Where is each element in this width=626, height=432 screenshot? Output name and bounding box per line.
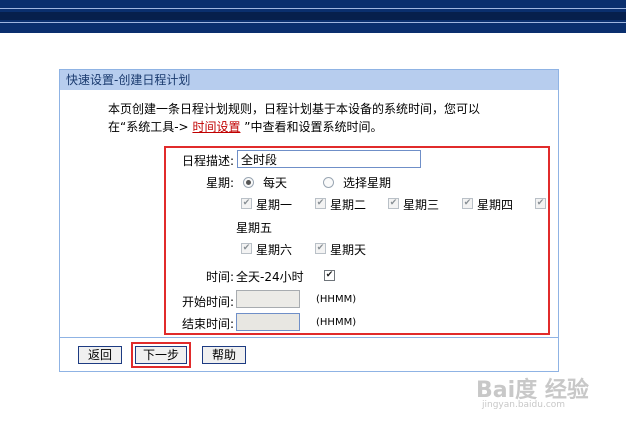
- friday-label: 星期五: [236, 221, 273, 235]
- desc-input[interactable]: [237, 150, 421, 168]
- wednesday-checkbox[interactable]: ✔: [388, 198, 399, 209]
- all-day-checkbox[interactable]: ✔: [324, 270, 335, 281]
- baidu-watermark: Bai度 经验 jingyan.baidu.com: [476, 372, 616, 416]
- schedule-form-highlight: 日程描述: 星期: 每天 选择星期 ✔ 星期一 ✔ 星期二 ✔ 星期三 ✔ 星期…: [164, 146, 550, 335]
- intro-line-2-pre: 在“系统工具->: [108, 120, 189, 134]
- intro-line-2-post: ”中查看和设置系统时间。: [244, 120, 383, 134]
- end-time-input[interactable]: [236, 313, 300, 331]
- banner-band: [0, 12, 626, 20]
- watermark-url: jingyan.baidu.com: [482, 400, 566, 410]
- select-week-label: 选择星期: [343, 176, 392, 190]
- desc-label: 日程描述:: [181, 154, 234, 168]
- everyday-radio[interactable]: [243, 177, 254, 188]
- saturday-checkbox[interactable]: ✔: [241, 243, 252, 254]
- banner-stripe: [0, 22, 626, 23]
- thursday-checkbox[interactable]: ✔: [462, 198, 473, 209]
- time-label: 时间:: [205, 270, 234, 284]
- end-time-label: 结束时间:: [181, 317, 234, 331]
- start-time-label: 开始时间:: [181, 295, 234, 309]
- week-label: 星期:: [205, 176, 234, 190]
- sunday-label: 星期天: [330, 243, 367, 257]
- everyday-label: 每天: [263, 176, 288, 190]
- monday-label: 星期一: [256, 198, 293, 212]
- monday-checkbox[interactable]: ✔: [241, 198, 252, 209]
- wednesday-label: 星期三: [403, 198, 440, 212]
- back-button[interactable]: 返回: [78, 346, 122, 364]
- button-bar: 返回 下一步 帮助: [60, 337, 558, 371]
- top-banner: [0, 0, 626, 33]
- thursday-label: 星期四: [477, 198, 514, 212]
- intro-line-1: 本页创建一条日程计划规则，日程计划基于本设备的系统时间，您可以: [108, 102, 481, 116]
- start-time-hint: (HHMM): [316, 294, 357, 305]
- friday-checkbox[interactable]: ✔: [535, 198, 546, 209]
- schedule-panel: 快速设置-创建日程计划 本页创建一条日程计划规则，日程计划基于本设备的系统时间，…: [59, 69, 559, 372]
- help-button[interactable]: 帮助: [202, 346, 246, 364]
- next-button[interactable]: 下一步: [135, 346, 187, 364]
- sunday-checkbox[interactable]: ✔: [315, 243, 326, 254]
- panel-title: 快速设置-创建日程计划: [60, 70, 558, 90]
- banner-stripe: [0, 8, 626, 9]
- start-time-input[interactable]: [236, 290, 300, 308]
- intro-line-2: 在“系统工具-> 时间设置 ”中查看和设置系统时间。: [108, 118, 528, 136]
- tuesday-label: 星期二: [330, 198, 367, 212]
- time-settings-link[interactable]: 时间设置: [192, 120, 240, 134]
- end-time-hint: (HHMM): [316, 317, 357, 328]
- select-week-radio[interactable]: [323, 177, 334, 188]
- intro-text: 本页创建一条日程计划规则，日程计划基于本设备的系统时间，您可以 在“系统工具->…: [108, 100, 528, 136]
- tuesday-checkbox[interactable]: ✔: [315, 198, 326, 209]
- all-day-label: 全天-24小时: [236, 270, 304, 284]
- saturday-label: 星期六: [256, 243, 293, 257]
